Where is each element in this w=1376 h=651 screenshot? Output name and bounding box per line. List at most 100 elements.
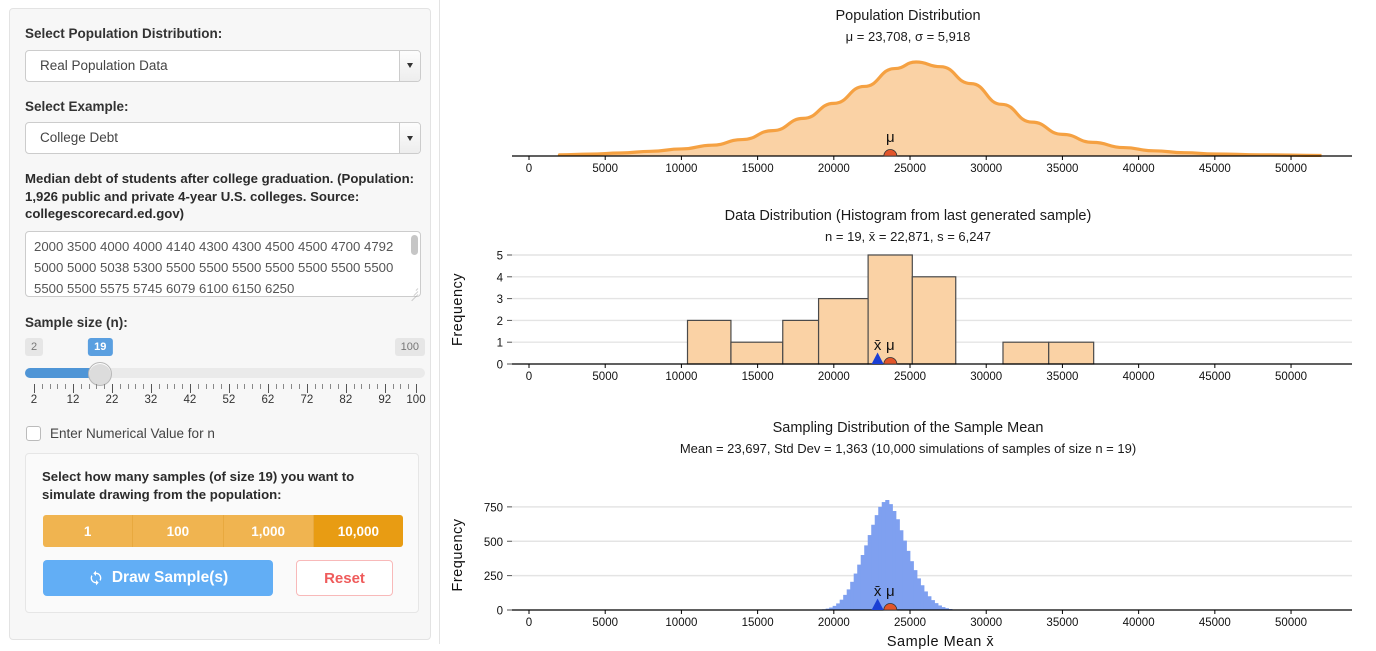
population-distribution-select-wrap: Real Population Data: [25, 50, 421, 82]
population-chart-svg: 0500010000150002000025000300003500040000…: [440, 44, 1376, 194]
svg-text:5000: 5000: [592, 617, 618, 629]
svg-text:25000: 25000: [894, 617, 926, 629]
svg-text:750: 750: [484, 502, 503, 514]
data-chart-svg: 012345Frequency0500010000150002000025000…: [440, 244, 1376, 404]
slider-tick: [128, 384, 129, 389]
svg-text:15000: 15000: [742, 617, 774, 629]
slider-tick-label: 12: [67, 394, 80, 406]
svg-text:0: 0: [526, 617, 532, 629]
svg-text:45000: 45000: [1199, 163, 1231, 175]
slider-tick: [400, 384, 401, 389]
slider-tick-label: 62: [261, 394, 274, 406]
sampling-chart-subtitle: Mean = 23,697, Std Dev = 1,363 (10,000 s…: [440, 441, 1376, 456]
slider-current-value: 19: [88, 338, 112, 356]
svg-text:μ: μ: [886, 129, 895, 146]
svg-text:50000: 50000: [1275, 163, 1307, 175]
draw-samples-button[interactable]: Draw Sample(s): [43, 560, 273, 596]
slider-tick: [307, 384, 308, 393]
svg-text:45000: 45000: [1199, 371, 1231, 383]
slider-tick: [330, 384, 331, 389]
population-chart-subtitle: μ = 23,708, σ = 5,918: [440, 29, 1376, 44]
svg-text:40000: 40000: [1123, 617, 1155, 629]
slider-tick: [268, 384, 269, 393]
data-distribution-chart: Data Distribution (Histogram from last g…: [440, 200, 1376, 412]
sampling-chart-svg: 0250500750Frequency050001000015000200002…: [440, 456, 1376, 651]
slider-ticks: [25, 384, 425, 393]
numeric-value-checkbox-row[interactable]: Enter Numerical Value for n: [26, 426, 415, 441]
sample-size-slider-block: 2 19 100 2122232425262728292100: [25, 338, 425, 412]
population-distribution-chart: Population Distribution μ = 23,708, σ = …: [440, 0, 1376, 200]
slider-tick: [369, 384, 370, 389]
slider-tick: [206, 384, 207, 389]
svg-text:15000: 15000: [742, 371, 774, 383]
reset-button[interactable]: Reset: [296, 560, 393, 596]
draw-samples-label: Draw Sample(s): [112, 569, 228, 587]
slider-tick: [104, 384, 105, 389]
example-select-wrap: College Debt: [25, 122, 421, 154]
svg-text:250: 250: [484, 571, 503, 583]
slider-tick: [174, 384, 175, 389]
sample-count-button-group[interactable]: 11001,00010,000: [43, 515, 403, 547]
slider-tick: [393, 384, 394, 389]
app-root: Select Population Distribution: Real Pop…: [0, 0, 1376, 644]
svg-text:x̄: x̄: [874, 583, 882, 600]
slider-tick: [322, 384, 323, 389]
svg-text:35000: 35000: [1046, 371, 1078, 383]
population-data-textarea[interactable]: 2000 3500 4000 4000 4140 4300 4300 4500 …: [25, 231, 421, 297]
slider-tick-label: 100: [406, 394, 425, 406]
slider-tick: [221, 384, 222, 389]
svg-text:20000: 20000: [818, 617, 850, 629]
sample-count-option-10000[interactable]: 10,000: [314, 515, 403, 547]
slider-tick: [120, 384, 121, 389]
slider-tick: [34, 384, 35, 393]
numeric-value-checkbox[interactable]: [26, 426, 41, 441]
action-button-row: Draw Sample(s) Reset: [43, 560, 402, 596]
sample-count-option-1[interactable]: 1: [43, 515, 133, 547]
population-distribution-select[interactable]: Real Population Data: [25, 50, 421, 82]
sample-count-option-1000[interactable]: 1,000: [224, 515, 314, 547]
svg-text:35000: 35000: [1046, 617, 1078, 629]
slider-tick: [89, 384, 90, 389]
sample-count-option-100[interactable]: 100: [133, 515, 223, 547]
slider-tick: [57, 384, 58, 389]
slider-tick: [198, 384, 199, 389]
svg-text:50000: 50000: [1275, 617, 1307, 629]
slider-tick: [213, 384, 214, 389]
slider-tick: [361, 384, 362, 389]
sampling-chart-title: Sampling Distribution of the Sample Mean: [440, 412, 1376, 436]
svg-text:5000: 5000: [592, 163, 618, 175]
svg-text:10000: 10000: [665, 371, 697, 383]
svg-text:0: 0: [526, 371, 532, 383]
svg-text:4: 4: [497, 272, 504, 284]
slider-tick: [190, 384, 191, 393]
svg-text:0: 0: [497, 606, 503, 618]
slider-tick-label: 82: [339, 394, 352, 406]
slider-tick: [416, 384, 417, 393]
slider-handle[interactable]: [88, 362, 112, 386]
svg-text:Frequency: Frequency: [450, 273, 466, 346]
data-chart-title: Data Distribution (Histogram from last g…: [440, 200, 1376, 224]
svg-text:x̄: x̄: [874, 337, 882, 354]
slider-tick: [315, 384, 316, 389]
svg-text:35000: 35000: [1046, 163, 1078, 175]
slider-tick-labels: 2122232425262728292100: [25, 394, 425, 412]
svg-text:Frequency: Frequency: [450, 518, 466, 591]
svg-text:5000: 5000: [592, 371, 618, 383]
svg-text:0: 0: [497, 360, 503, 372]
slider-tick: [244, 384, 245, 389]
slider-tick: [96, 384, 97, 389]
slider-tick-label: 32: [145, 394, 158, 406]
svg-text:30000: 30000: [970, 617, 1002, 629]
population-distribution-label: Select Population Distribution:: [25, 25, 415, 43]
svg-text:500: 500: [484, 537, 503, 549]
slider-tick-label: 42: [184, 394, 197, 406]
slider-tick: [135, 384, 136, 389]
slider-tick: [354, 384, 355, 389]
slider-tick: [229, 384, 230, 393]
example-select[interactable]: College Debt: [25, 122, 421, 154]
svg-text:40000: 40000: [1123, 163, 1155, 175]
control-sidebar: Select Population Distribution: Real Pop…: [0, 0, 440, 644]
svg-text:25000: 25000: [894, 371, 926, 383]
sample-size-slider[interactable]: [25, 362, 425, 384]
numeric-value-checkbox-label: Enter Numerical Value for n: [50, 426, 215, 441]
